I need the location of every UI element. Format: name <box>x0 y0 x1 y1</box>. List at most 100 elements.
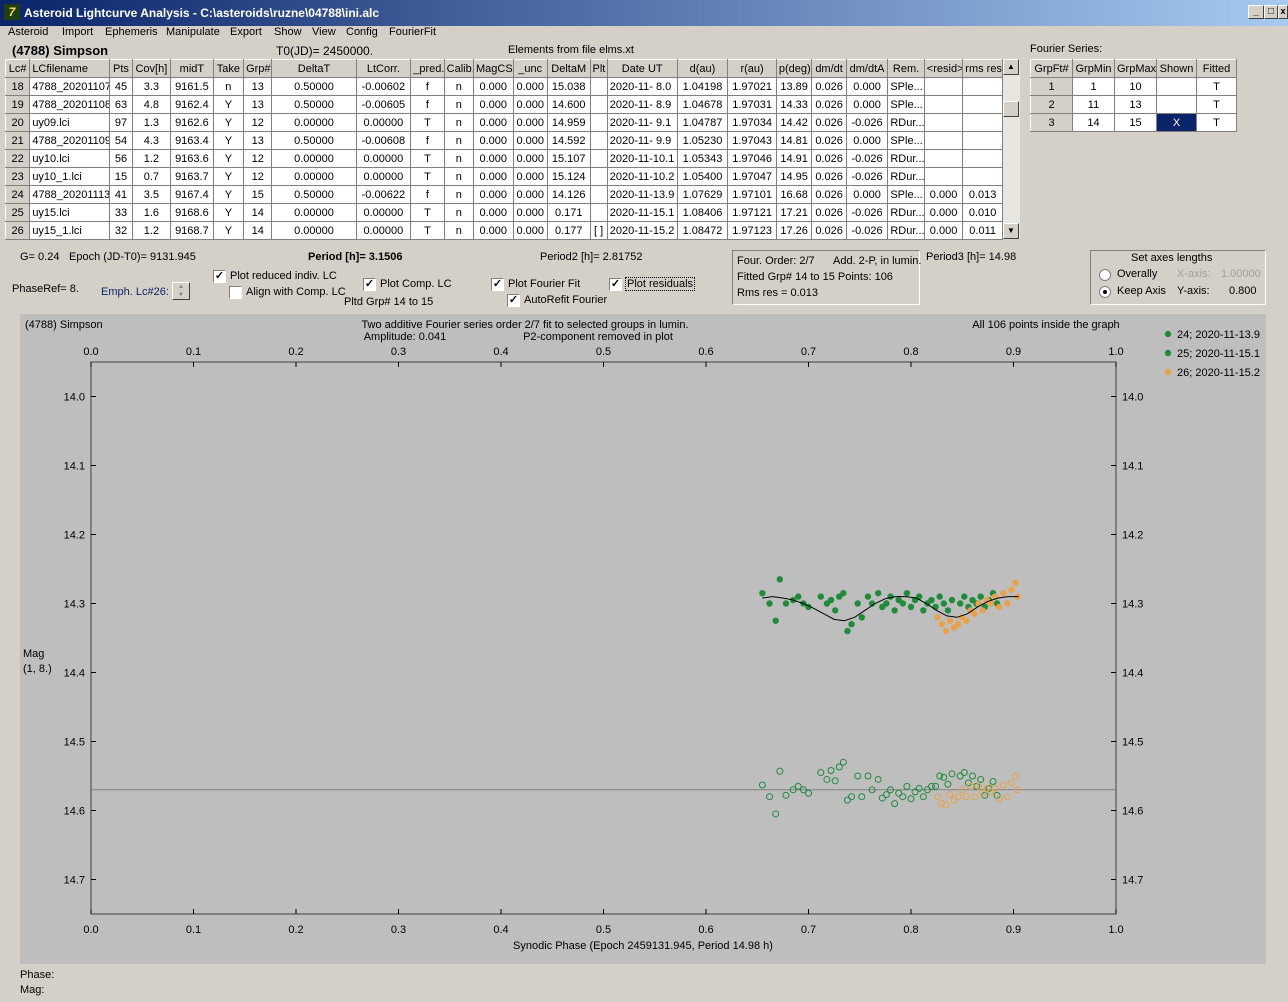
table-cell[interactable]: SPle... <box>887 185 925 204</box>
table-cell[interactable]: 97 <box>109 113 133 132</box>
table-cell[interactable]: 1.97123 <box>727 221 777 240</box>
table-cell[interactable]: 2020-11-15.1 <box>606 203 678 222</box>
table-cell[interactable]: 1.97043 <box>727 131 777 150</box>
fourier-cell[interactable]: 1 <box>1030 77 1073 96</box>
table-cell[interactable]: f <box>410 95 445 114</box>
table-cell[interactable]: 9163.7 <box>170 167 214 186</box>
table-cell[interactable]: 0.000 <box>512 203 548 222</box>
column-header[interactable]: GrpMin <box>1072 59 1115 78</box>
table-cell[interactable]: -0.026 <box>845 167 889 186</box>
table-cell[interactable]: 0.026 <box>811 167 847 186</box>
table-cell[interactable] <box>589 131 608 150</box>
table-cell[interactable]: 0.011 <box>962 221 1003 240</box>
table-cell[interactable]: 0.000 <box>845 77 889 96</box>
column-header[interactable]: DeltaM <box>546 59 591 78</box>
table-cell[interactable]: Y <box>212 131 245 150</box>
table-cell[interactable]: -0.026 <box>845 149 889 168</box>
table-cell[interactable]: 9163.6 <box>170 149 214 168</box>
table-cell[interactable]: 12 <box>243 167 273 186</box>
table-cell[interactable]: 13 <box>243 131 273 150</box>
menu-view[interactable]: View <box>312 26 336 38</box>
table-cell[interactable] <box>589 113 608 132</box>
table-cell[interactable]: 1.97046 <box>727 149 777 168</box>
table-cell[interactable] <box>962 113 1003 132</box>
table-cell[interactable]: 15.124 <box>546 167 591 186</box>
table-cell[interactable]: 0.000 <box>473 77 514 96</box>
table-cell[interactable]: 9163.4 <box>170 131 214 150</box>
table-cell[interactable]: 23 <box>4 167 31 186</box>
table-cell[interactable]: 1.08406 <box>676 203 729 222</box>
fourier-row[interactable]: 1 1 10 T <box>1030 77 1237 96</box>
column-header[interactable]: <resid> <box>923 59 964 78</box>
table-cell[interactable]: T <box>410 167 445 186</box>
table-cell[interactable]: 0.000 <box>473 131 514 150</box>
table-cell[interactable]: 0.026 <box>811 221 847 240</box>
table-cell[interactable]: 4.8 <box>131 95 172 114</box>
table-cell[interactable]: 2020-11-15.2 <box>606 221 678 240</box>
table-cell[interactable]: 1.2 <box>131 221 172 240</box>
column-header[interactable]: Grp# <box>243 59 273 78</box>
table-cell[interactable] <box>589 185 608 204</box>
table-cell[interactable]: 14.592 <box>546 131 591 150</box>
column-header[interactable]: LtCorr. <box>355 59 412 78</box>
table-cell[interactable]: 1.2 <box>131 149 172 168</box>
table-cell[interactable]: 0.00000 <box>271 203 357 222</box>
menu-export[interactable]: Export <box>230 26 262 38</box>
table-cell[interactable]: 56 <box>109 149 133 168</box>
table-cell[interactable]: n <box>443 113 475 132</box>
table-cell[interactable] <box>923 149 964 168</box>
table-cell[interactable] <box>962 131 1003 150</box>
table-cell[interactable]: uy10_1.lci <box>29 167 111 186</box>
column-header[interactable]: GrpMax <box>1114 59 1157 78</box>
table-cell[interactable]: 0.026 <box>811 203 847 222</box>
table-cell[interactable]: n <box>443 167 475 186</box>
comp-checkbox[interactable]: ✓ <box>363 278 376 291</box>
table-cell[interactable]: SPle... <box>887 95 925 114</box>
table-cell[interactable]: 12 <box>243 149 273 168</box>
column-header[interactable]: _pred. <box>410 59 445 78</box>
table-cell[interactable]: 0.00000 <box>355 221 412 240</box>
plot-canvas[interactable]: 0.0 0.0 0.1 0.1 0.2 0.2 0.3 0.3 0.4 0.4 0.5 0.5 0.6 0… <box>20 314 1266 964</box>
scroll-down-arrow-icon[interactable]: ▼ <box>1003 223 1019 239</box>
fourier-cell[interactable]: 10 <box>1114 77 1157 96</box>
table-cell[interactable]: 14.95 <box>775 167 813 186</box>
table-cell[interactable]: 14.81 <box>775 131 813 150</box>
table-cell[interactable]: 2020-11- 9.1 <box>606 113 678 132</box>
table-cell[interactable]: 0.026 <box>811 149 847 168</box>
table-cell[interactable]: 4788_20201108 <box>29 95 111 114</box>
table-cell[interactable]: [ ] <box>589 221 608 240</box>
table-cell[interactable]: 0.00000 <box>271 113 357 132</box>
table-cell[interactable]: 14.959 <box>546 113 591 132</box>
table-cell[interactable]: Y <box>212 221 245 240</box>
table-row[interactable]: 23 uy10_1.lci 15 0.7 9163.7 Y 12 0.00000 0.00000… <box>4 167 1003 186</box>
table-cell[interactable]: 1.97021 <box>727 77 777 96</box>
keep-axis-radio[interactable] <box>1099 286 1111 298</box>
table-cell[interactable]: uy09.lci <box>29 113 111 132</box>
table-cell[interactable] <box>589 95 608 114</box>
spin-up-icon[interactable]: ▲ <box>173 283 189 291</box>
menu-import[interactable]: Import <box>62 26 93 38</box>
minimize-button[interactable]: _ <box>1248 5 1264 19</box>
column-header[interactable]: rms res <box>962 59 1003 78</box>
emph-spinner[interactable]: ▲ ▼ <box>172 282 190 300</box>
table-cell[interactable]: 1.3 <box>131 113 172 132</box>
table-cell[interactable]: 1.05400 <box>676 167 729 186</box>
table-cell[interactable]: 16.68 <box>775 185 813 204</box>
table-cell[interactable]: -0.00608 <box>355 131 412 150</box>
table-cell[interactable]: 0.026 <box>811 131 847 150</box>
fourier-cell[interactable]: 1 <box>1072 77 1115 96</box>
table-cell[interactable]: Y <box>212 203 245 222</box>
table-cell[interactable]: 15.038 <box>546 77 591 96</box>
table-cell[interactable]: uy15_1.lci <box>29 221 111 240</box>
table-cell[interactable]: 0.026 <box>811 113 847 132</box>
menu-manipulate[interactable]: Manipulate <box>166 26 220 38</box>
table-cell[interactable]: 33 <box>109 203 133 222</box>
table-cell[interactable]: 9162.6 <box>170 113 214 132</box>
table-cell[interactable]: 0.026 <box>811 77 847 96</box>
table-cell[interactable]: 0.50000 <box>271 95 357 114</box>
table-cell[interactable]: 2020-11- 9.9 <box>606 131 678 150</box>
table-cell[interactable]: 0.000 <box>512 77 548 96</box>
close-button[interactable]: x <box>1278 5 1288 19</box>
column-header[interactable]: midT <box>170 59 214 78</box>
table-cell[interactable]: Y <box>212 185 245 204</box>
